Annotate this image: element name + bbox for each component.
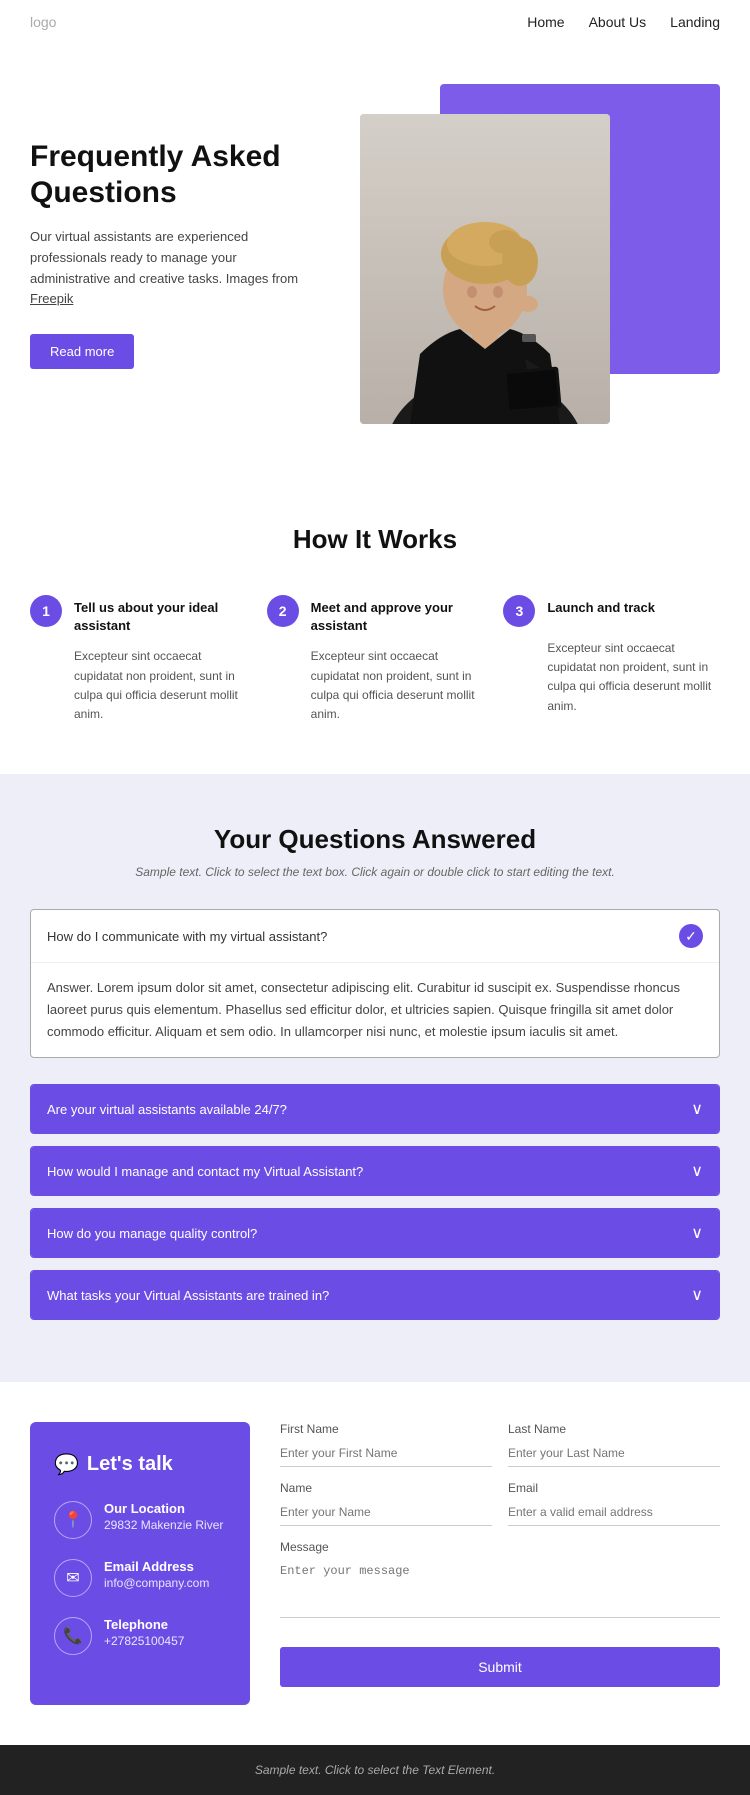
faq-question-2-text: Are your virtual assistants available 24… <box>47 1102 287 1117</box>
contact-form: First Name Last Name Name Email Message … <box>250 1422 720 1687</box>
contact-card: 💬 Let's talk 📍 Our Location 29832 Makenz… <box>30 1422 250 1705</box>
steps-container: 1 Tell us about your ideal assistant Exc… <box>30 595 720 724</box>
faq-question-1-text: How do I communicate with my virtual ass… <box>47 929 327 944</box>
email-value: info@company.com <box>104 1576 209 1590</box>
step-1: 1 Tell us about your ideal assistant Exc… <box>30 595 247 724</box>
lets-talk-label: Let's talk <box>87 1453 173 1476</box>
nav-about[interactable]: About Us <box>589 14 647 30</box>
form-email-label: Email <box>508 1481 720 1495</box>
email-group: Email <box>508 1481 720 1526</box>
step-3-body: Excepteur sint occaecat cupidatat non pr… <box>503 639 720 716</box>
faq-item-5: What tasks your Virtual Assistants are t… <box>30 1270 720 1320</box>
faq-item-4: How do you manage quality control? ∨ <box>30 1208 720 1258</box>
faq-question-2[interactable]: Are your virtual assistants available 24… <box>31 1085 719 1133</box>
faq-3-chevron: ∨ <box>691 1161 703 1181</box>
how-it-works-title: How It Works <box>30 524 720 555</box>
contact-card-title: 💬 Let's talk <box>54 1452 226 1477</box>
footer: Sample text. Click to select the Text El… <box>0 1745 750 1795</box>
name-label: Name <box>280 1481 492 1495</box>
step-1-header: 1 Tell us about your ideal assistant <box>30 595 247 635</box>
nav-links: Home About Us Landing <box>527 14 720 30</box>
step-3: 3 Launch and track Excepteur sint occaec… <box>503 595 720 724</box>
faq-4-chevron: ∨ <box>691 1223 703 1243</box>
last-name-group: Last Name <box>508 1422 720 1467</box>
location-icon: 📍 <box>54 1501 92 1539</box>
faq-question-5-text: What tasks your Virtual Assistants are t… <box>47 1288 329 1303</box>
faq-2-chevron: ∨ <box>691 1099 703 1119</box>
step-1-body: Excepteur sint occaecat cupidatat non pr… <box>30 647 247 724</box>
hero-description: Our virtual assistants are experienced p… <box>30 227 310 310</box>
how-it-works-section: How It Works 1 Tell us about your ideal … <box>0 474 750 774</box>
first-name-label: First Name <box>280 1422 492 1436</box>
step-1-title: Tell us about your ideal assistant <box>74 595 247 635</box>
logo: logo <box>30 14 56 30</box>
step-2: 2 Meet and approve your assistant Except… <box>267 595 484 724</box>
contact-section: 💬 Let's talk 📍 Our Location 29832 Makenz… <box>0 1382 750 1745</box>
read-more-button[interactable]: Read more <box>30 334 134 369</box>
phone-label: Telephone <box>104 1617 184 1632</box>
location-info: Our Location 29832 Makenzie River <box>104 1501 223 1532</box>
faq-title: Your Questions Answered <box>30 824 720 855</box>
nav-landing[interactable]: Landing <box>670 14 720 30</box>
message-group: Message <box>280 1540 720 1623</box>
faq-answer-1: Answer. Lorem ipsum dolor sit amet, cons… <box>31 962 719 1057</box>
hero-section: Frequently Asked Questions Our virtual a… <box>0 44 750 474</box>
email-info: Email Address info@company.com <box>104 1559 209 1590</box>
step-2-header: 2 Meet and approve your assistant <box>267 595 484 635</box>
first-name-group: First Name <box>280 1422 492 1467</box>
form-row-2: Name Email <box>280 1481 720 1526</box>
hero-text: Frequently Asked Questions Our virtual a… <box>30 139 310 369</box>
faq-question-3-text: How would I manage and contact my Virtua… <box>47 1164 363 1179</box>
first-name-input[interactable] <box>280 1440 492 1467</box>
last-name-label: Last Name <box>508 1422 720 1436</box>
contact-email: ✉ Email Address info@company.com <box>54 1559 226 1597</box>
step-2-title: Meet and approve your assistant <box>311 595 484 635</box>
step-2-body: Excepteur sint occaecat cupidatat non pr… <box>267 647 484 724</box>
name-group: Name <box>280 1481 492 1526</box>
step-3-title: Launch and track <box>547 595 655 617</box>
person-illustration <box>360 114 610 424</box>
last-name-input[interactable] <box>508 1440 720 1467</box>
step-3-header: 3 Launch and track <box>503 595 720 627</box>
message-label: Message <box>280 1540 720 1554</box>
freepik-link[interactable]: Freepik <box>30 291 73 306</box>
email-label: Email Address <box>104 1559 209 1574</box>
step-3-number: 3 <box>503 595 535 627</box>
faq-1-icon: ✓ <box>679 924 703 948</box>
location-value: 29832 Makenzie River <box>104 1518 223 1532</box>
faq-question-4-text: How do you manage quality control? <box>47 1226 257 1241</box>
phone-icon: 📞 <box>54 1617 92 1655</box>
message-input[interactable] <box>280 1558 720 1618</box>
submit-button[interactable]: Submit <box>280 1647 720 1687</box>
location-label: Our Location <box>104 1501 223 1516</box>
step-2-number: 2 <box>267 595 299 627</box>
footer-text: Sample text. Click to select the Text El… <box>30 1763 720 1777</box>
faq-5-chevron: ∨ <box>691 1285 703 1305</box>
faq-question-4[interactable]: How do you manage quality control? ∨ <box>31 1209 719 1257</box>
email-icon: ✉ <box>54 1559 92 1597</box>
navbar: logo Home About Us Landing <box>0 0 750 44</box>
faq-item-3: How would I manage and contact my Virtua… <box>30 1146 720 1196</box>
faq-question-3[interactable]: How would I manage and contact my Virtua… <box>31 1147 719 1195</box>
form-email-input[interactable] <box>508 1499 720 1526</box>
faq-section: Your Questions Answered Sample text. Cli… <box>0 774 750 1382</box>
faq-question-1[interactable]: How do I communicate with my virtual ass… <box>31 910 719 962</box>
faq-subtitle: Sample text. Click to select the text bo… <box>30 865 720 879</box>
form-row-1: First Name Last Name <box>280 1422 720 1467</box>
hero-image-area <box>360 84 720 424</box>
chat-icon: 💬 <box>54 1452 79 1477</box>
faq-item-2: Are your virtual assistants available 24… <box>30 1084 720 1134</box>
faq-item-1: How do I communicate with my virtual ass… <box>30 909 720 1058</box>
name-input[interactable] <box>280 1499 492 1526</box>
contact-phone: 📞 Telephone +27825100457 <box>54 1617 226 1655</box>
hero-photo <box>360 114 610 424</box>
faq-question-5[interactable]: What tasks your Virtual Assistants are t… <box>31 1271 719 1319</box>
nav-home[interactable]: Home <box>527 14 564 30</box>
hero-title: Frequently Asked Questions <box>30 139 310 211</box>
step-1-number: 1 <box>30 595 62 627</box>
phone-info: Telephone +27825100457 <box>104 1617 184 1648</box>
contact-location: 📍 Our Location 29832 Makenzie River <box>54 1501 226 1539</box>
phone-value: +27825100457 <box>104 1634 184 1648</box>
